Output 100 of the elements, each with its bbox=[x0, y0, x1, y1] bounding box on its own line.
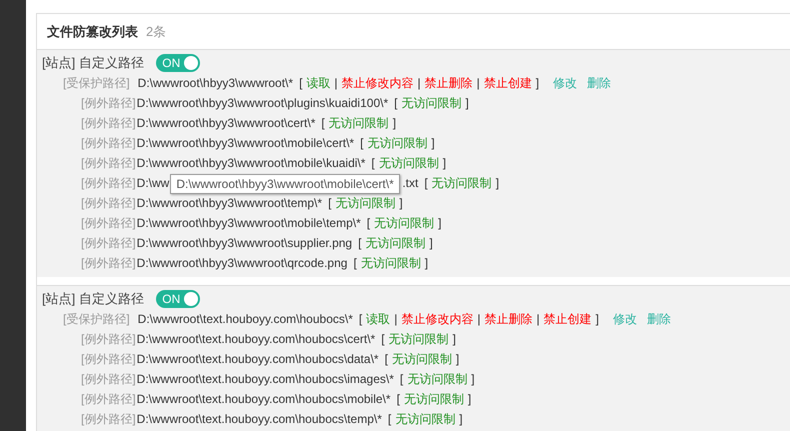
delete-link[interactable]: 删除 bbox=[646, 310, 671, 328]
bracket-text: [ bbox=[381, 331, 385, 348]
bracket-text: [ bbox=[358, 235, 362, 252]
deny-rule-text: 禁止删除 bbox=[484, 311, 532, 328]
delete-link[interactable]: 删除 bbox=[587, 74, 612, 92]
path-tooltip: D:\wwwroot\hbyy3\wwwroot\mobile\cert\* bbox=[170, 174, 400, 194]
allow-rule-text: 无访问限制 bbox=[395, 411, 456, 428]
allow-rule-text: 无访问限制 bbox=[401, 95, 462, 112]
toggle-switch[interactable]: ON bbox=[156, 290, 200, 308]
exception-path: D:\wwwroot\text.houboyy.com\houbocs\cert\* bbox=[136, 331, 376, 348]
exception-path-label: [例外路径] bbox=[81, 135, 136, 152]
allow-rule-text: 无访问限制 bbox=[335, 195, 396, 212]
exception-path: D:\wwwroot\hbyy3\wwwroot\cert\* bbox=[136, 115, 316, 132]
protected-path-label: [受保护路径] bbox=[63, 311, 130, 328]
exception-path: D:\wwwroot\text.houboyy.com\houbocs\mobile\* bbox=[136, 391, 391, 408]
allow-rule-text: 无访问限制 bbox=[328, 115, 389, 132]
group-title: 自定义路径 bbox=[79, 54, 144, 72]
protected-path: D:\wwwroot\hbyy3\wwwroot\* bbox=[138, 75, 294, 92]
panel-title: 文件防篡改列表 bbox=[47, 22, 138, 41]
edit-link[interactable]: 修改 bbox=[612, 310, 637, 328]
exception-path: D:\wwwroot\hbyy3\wwwroot\qrcode.png bbox=[136, 255, 348, 272]
bracket-text: ] bbox=[496, 175, 500, 192]
exception-path: D:\wwwroot\text.houboyy.com\houbocs\images\* bbox=[136, 371, 394, 388]
item-count: 2条 bbox=[146, 22, 166, 41]
bracket-text: ] bbox=[442, 155, 446, 172]
allow-rule-text: 无访问限制 bbox=[404, 391, 464, 408]
bracket-text: ] bbox=[429, 235, 433, 252]
bracket-text: [ bbox=[321, 115, 325, 132]
bracket-text: ] bbox=[536, 75, 540, 92]
exception-path-label: [例外路径] bbox=[81, 331, 136, 348]
deny-rule-text: 禁止修改内容 bbox=[342, 75, 414, 92]
bracket-text: ] bbox=[452, 331, 456, 348]
deny-rule-text: 禁止删除 bbox=[424, 75, 473, 92]
bracket-text: ] bbox=[399, 195, 403, 212]
bracket-text: ] bbox=[459, 411, 463, 428]
site-tag: [站点] bbox=[42, 53, 76, 73]
bracket-text: ] bbox=[471, 371, 475, 388]
group-title: 自定义路径 bbox=[79, 290, 144, 308]
allow-rule-text: 无访问限制 bbox=[388, 331, 449, 348]
bracket-text: [ bbox=[424, 175, 428, 192]
bracket-text: [ bbox=[394, 95, 398, 112]
bracket-text: [ bbox=[371, 155, 375, 172]
separator-text: | bbox=[334, 75, 338, 92]
exception-path-label: [例外路径] bbox=[81, 411, 136, 428]
bracket-text: [ bbox=[396, 391, 400, 408]
allow-rule-text: 无访问限制 bbox=[392, 351, 452, 368]
allow-rule-text: 无访问限制 bbox=[365, 235, 426, 252]
exception-path-label: [例外路径] bbox=[81, 95, 136, 112]
exception-path: D:\wwwroot\text.houboyy.com\houbocs\temp\* bbox=[136, 411, 382, 428]
separator-text: | bbox=[418, 75, 421, 92]
exception-path-label: [例外路径] bbox=[81, 235, 136, 252]
bracket-text: ] bbox=[468, 391, 472, 408]
bracket-text: ] bbox=[465, 95, 469, 112]
bracket-text: [ bbox=[384, 351, 388, 368]
bracket-text: ] bbox=[431, 135, 435, 152]
exception-path: D:\wwwroot\text.houboyy.com\houbocs\data\* bbox=[136, 351, 379, 368]
bracket-text: [ bbox=[360, 135, 364, 152]
exception-path-label: [例外路径] bbox=[81, 215, 136, 232]
exception-path-label: [例外路径] bbox=[81, 255, 136, 272]
edit-link[interactable]: 修改 bbox=[553, 74, 578, 92]
bracket-text: ] bbox=[456, 351, 460, 368]
allow-rule-text: 无访问限制 bbox=[378, 155, 439, 172]
exception-path-label: [例外路径] bbox=[81, 351, 136, 368]
separator-text: | bbox=[536, 311, 540, 328]
exception-path: D:\wwwroot\hbyy3\wwwroot\plugins\kuaidi100\* bbox=[136, 95, 388, 112]
allow-rule-text: 无访问限制 bbox=[360, 255, 421, 272]
separator-text: | bbox=[476, 75, 480, 92]
exception-path: D:\wwwroot\hbyy3\wwwroot\supplier.png bbox=[136, 235, 352, 252]
bracket-text: [ bbox=[366, 215, 370, 232]
bracket-text: [ bbox=[328, 195, 332, 212]
bracket-text: ] bbox=[392, 115, 396, 132]
toggle-switch[interactable]: ON bbox=[156, 54, 200, 72]
exception-path-label: [例外路径] bbox=[81, 371, 136, 388]
exception-path-label: [例外路径] bbox=[81, 175, 136, 192]
exception-path: D:\ww bbox=[136, 175, 170, 192]
deny-rule-text: 禁止修改内容 bbox=[401, 311, 474, 328]
allow-rule-text: 无访问限制 bbox=[432, 175, 492, 192]
bracket-text: [ bbox=[299, 75, 302, 92]
bracket-text: ] bbox=[438, 215, 442, 232]
separator-text: | bbox=[394, 311, 398, 328]
bracket-text: [ bbox=[353, 255, 357, 272]
protected-path-label: [受保护路径] bbox=[63, 75, 130, 92]
allow-rule-text: 无访问限制 bbox=[367, 135, 428, 152]
bracket-text: [ bbox=[358, 311, 362, 328]
allow-rule-text: 读取 bbox=[366, 311, 390, 328]
bracket-text: ] bbox=[596, 311, 599, 328]
exception-path: D:\wwwroot\hbyy3\wwwroot\temp\* bbox=[136, 195, 322, 212]
allow-rule-text: 无访问限制 bbox=[374, 215, 434, 232]
deny-rule-text: 禁止创建 bbox=[484, 75, 532, 92]
deny-rule-text: 禁止创建 bbox=[544, 311, 592, 328]
exception-path: .txt bbox=[402, 175, 418, 192]
exception-path-label: [例外路径] bbox=[81, 391, 136, 408]
exception-path-label: [例外路径] bbox=[81, 155, 136, 172]
bracket-text: [ bbox=[400, 371, 404, 388]
allow-rule-text: 读取 bbox=[306, 75, 330, 92]
allow-rule-text: 无访问限制 bbox=[407, 371, 468, 388]
exception-path-label: [例外路径] bbox=[81, 195, 136, 212]
separator-text: | bbox=[477, 311, 480, 328]
bracket-text: [ bbox=[388, 411, 392, 428]
exception-path: D:\wwwroot\hbyy3\wwwroot\mobile\temp\* bbox=[136, 215, 361, 232]
